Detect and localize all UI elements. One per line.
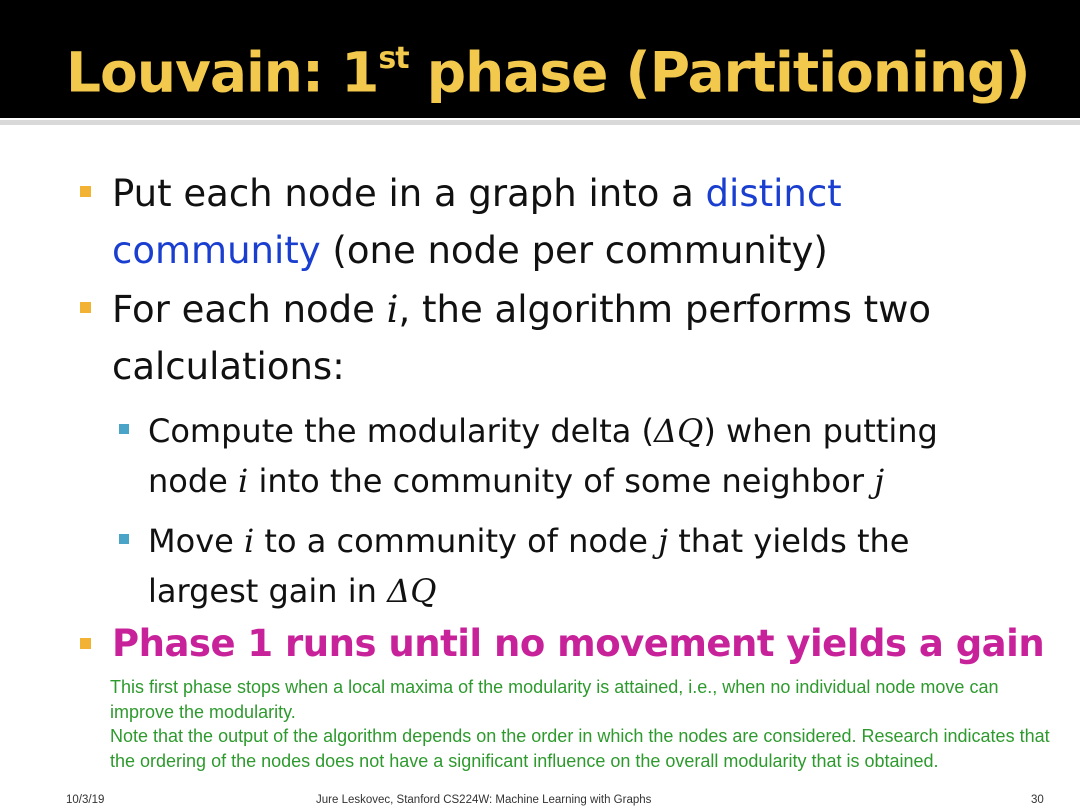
highlight-community: community (112, 229, 321, 272)
footer-date: 10/3/19 (66, 794, 105, 806)
var-i: i (238, 462, 249, 500)
bullet-marker-2 (80, 302, 91, 313)
note-paragraph-1: This first phase stops when a local maxi… (110, 677, 999, 722)
sub-bullet-marker-2 (119, 534, 129, 544)
note-paragraph-2: Note that the output of the algorithm de… (110, 726, 1050, 771)
bullet-2-line-1: For each node i, the algorithm performs … (112, 288, 932, 331)
bullet-marker-3 (80, 638, 91, 649)
notes-block: This first phase stops when a local maxi… (110, 675, 1060, 773)
var-j: j (874, 462, 885, 500)
title-divider (0, 120, 1080, 125)
bullet-3-emphasis: Phase 1 runs until no movement yields a … (112, 622, 1045, 665)
sub-bullet-1-line-2: node i into the community of some neighb… (148, 462, 885, 500)
var-i: i (243, 522, 255, 560)
sub-bullet-2-line-2: largest gain in ΔQ (148, 572, 437, 610)
bullet-1-line-1: Put each node in a graph into a distinct (112, 172, 842, 215)
sub-bullet-2-line-1: Move i to a community of node j that yie… (148, 522, 910, 560)
delta-q: ΔQ (654, 412, 704, 450)
bullet-1-line-2: community (one node per community) (112, 229, 828, 272)
highlight-distinct: distinct (705, 172, 842, 215)
var-i: i (386, 288, 399, 331)
footer-page-number: 30 (1031, 794, 1044, 806)
sub-bullet-1-line-1: Compute the modularity delta (ΔQ) when p… (148, 412, 938, 450)
sub-bullet-marker-1 (119, 424, 129, 434)
bullet-marker-1 (80, 186, 91, 197)
delta-q: ΔQ (387, 572, 437, 610)
var-j: j (658, 522, 669, 560)
footer-credit: Jure Leskovec, Stanford CS224W: Machine … (316, 794, 652, 806)
slide-title: Louvain: 1st phase (Partitioning) (66, 40, 1031, 105)
bullet-2-line-2: calculations: (112, 345, 345, 388)
